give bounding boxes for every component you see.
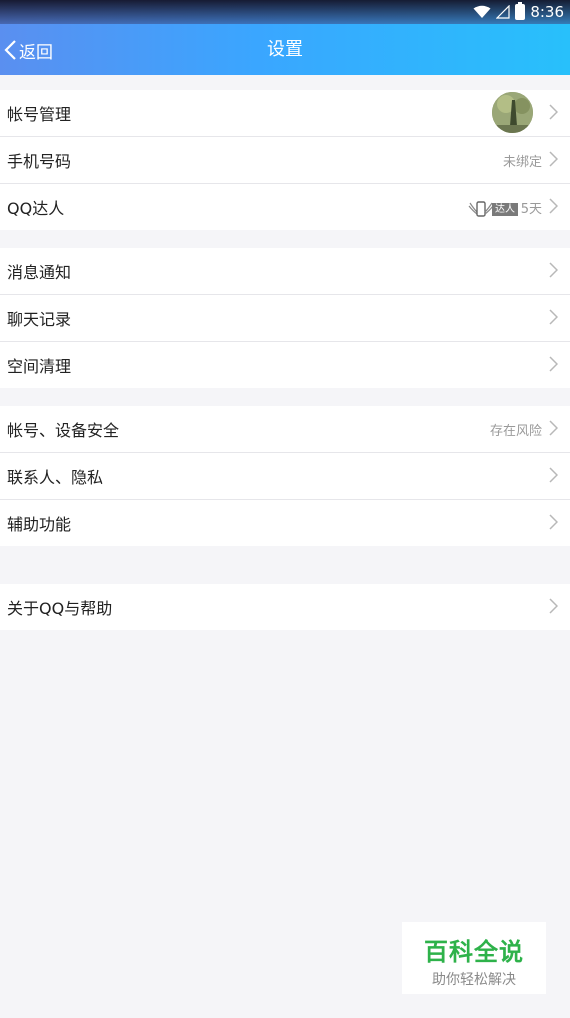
settings-item-notifications[interactable]: 消息通知 (0, 248, 570, 295)
page-title: 设置 (267, 39, 303, 60)
settings-item-label: 空间清理 (7, 357, 72, 376)
settings-item-label: 手机号码 (7, 152, 72, 171)
settings-item-label: QQ达人 (7, 199, 65, 218)
watermark-title: 百科全说 (424, 938, 524, 966)
settings-item-label: 消息通知 (7, 263, 72, 282)
settings-group-security: 帐号、设备安全 存在风险 联系人、隐私 辅助功能 (0, 406, 570, 546)
battery-icon (515, 2, 526, 20)
wifi-icon (473, 5, 491, 18)
settings-item-label: 聊天记录 (7, 310, 72, 329)
settings-group-account: 帐号管理 手机号码 未绑定 QQ达人 达人 5天 (0, 90, 570, 230)
watermark: 百科全说 助你轻松解决 (402, 922, 546, 994)
settings-item-phone-number[interactable]: 手机号码 未绑定 (0, 137, 570, 184)
settings-item-value: 存在风险 (489, 423, 542, 439)
settings-item-account-management[interactable]: 帐号管理 (0, 90, 570, 137)
chevron-right-icon (549, 598, 558, 614)
chevron-right-icon (549, 151, 558, 167)
settings-item-label: 帐号、设备安全 (7, 421, 120, 440)
status-time: 8:36 (530, 3, 564, 21)
settings-item-about-help[interactable]: 关于QQ与帮助 (0, 584, 570, 630)
daren-tag: 达人 (492, 202, 518, 216)
chevron-right-icon (549, 467, 558, 483)
settings-item-label: 关于QQ与帮助 (7, 599, 113, 618)
chevron-right-icon (549, 309, 558, 325)
settings-item-accessibility[interactable]: 辅助功能 (0, 500, 570, 546)
settings-group-messages: 消息通知 聊天记录 空间清理 (0, 248, 570, 388)
phone-wings-icon (468, 201, 494, 217)
settings-item-qq-daren[interactable]: QQ达人 达人 5天 (0, 184, 570, 230)
chevron-right-icon (549, 198, 558, 214)
chevron-right-icon (549, 262, 558, 278)
status-icons: 8:36 (473, 2, 564, 22)
title-bar: 8:36 返回 设置 (0, 0, 570, 75)
settings-group-about: 关于QQ与帮助 (0, 584, 570, 630)
settings-item-value: 5天 (520, 201, 542, 217)
settings-item-label: 联系人、隐私 (7, 468, 104, 487)
settings-item-label: 帐号管理 (7, 105, 72, 124)
chevron-right-icon (549, 514, 558, 530)
avatar (492, 92, 533, 133)
status-bar: 8:36 (0, 0, 570, 24)
settings-item-storage-cleanup[interactable]: 空间清理 (0, 342, 570, 388)
signal-icon (496, 5, 510, 19)
chevron-right-icon (549, 420, 558, 436)
daren-badge: 达人 (468, 200, 518, 218)
chevron-right-icon (549, 356, 558, 372)
settings-item-contacts-privacy[interactable]: 联系人、隐私 (0, 453, 570, 500)
settings-item-chat-history[interactable]: 聊天记录 (0, 295, 570, 342)
settings-item-label: 辅助功能 (7, 515, 72, 534)
chevron-right-icon (549, 104, 558, 120)
settings-item-account-device-security[interactable]: 帐号、设备安全 存在风险 (0, 406, 570, 453)
settings-item-value: 未绑定 (502, 154, 542, 170)
watermark-subtitle: 助你轻松解决 (432, 972, 516, 988)
